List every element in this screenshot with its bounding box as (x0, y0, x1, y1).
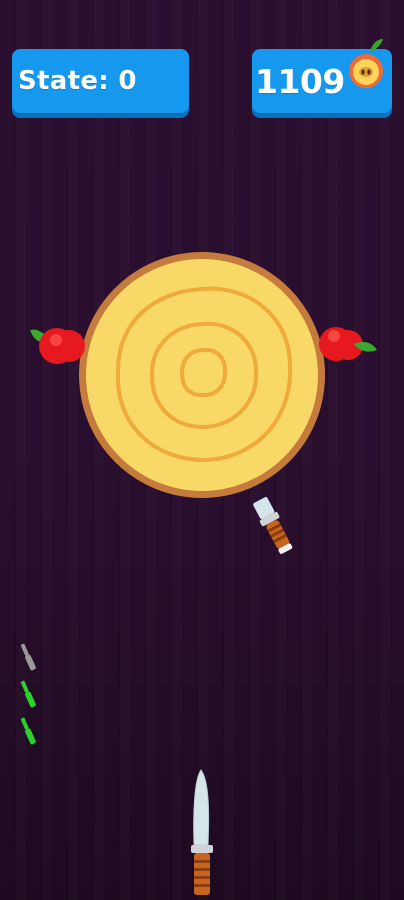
stuck-knife (253, 497, 293, 554)
knife-count-icon-2 (20, 717, 36, 745)
apple-right (319, 327, 377, 361)
knife-count-icon-1 (20, 680, 36, 708)
knife-ready[interactable] (191, 769, 213, 895)
wooden-log-target[interactable] (79, 252, 325, 498)
apple-left (30, 328, 85, 364)
knife-count-used-icon (20, 643, 36, 671)
game-scene (20, 252, 377, 895)
knife-count-icons (20, 643, 36, 745)
